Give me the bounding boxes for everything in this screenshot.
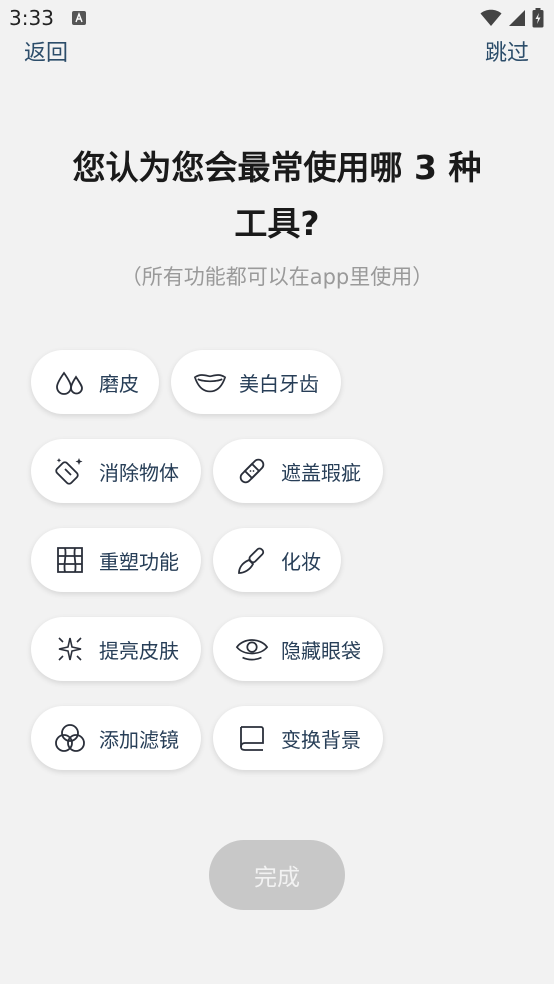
tool-chip-makeup[interactable]: 化妆: [213, 528, 341, 592]
skip-button[interactable]: 跳过: [485, 38, 529, 70]
eye-icon: [235, 632, 269, 666]
chip-row: 提亮皮肤 隐藏眼袋: [31, 617, 531, 681]
background-icon: [235, 721, 269, 755]
drops-icon: [53, 365, 87, 399]
chip-row: 重塑功能 化妆: [31, 528, 531, 592]
tool-chip-brighten-skin[interactable]: 提亮皮肤: [31, 617, 201, 681]
tool-chip-label: 隐藏眼袋: [281, 638, 361, 663]
done-button[interactable]: 完成: [209, 840, 345, 910]
tool-chip-label: 变换背景: [281, 727, 361, 752]
tool-chip-change-background[interactable]: 变换背景: [213, 706, 383, 770]
page-subtitle: （所有功能都可以在app里使用）: [120, 265, 434, 289]
sparkle-icon: [53, 632, 87, 666]
filter-circles-icon: [53, 721, 87, 755]
wifi-icon: [480, 9, 502, 26]
tool-chip-label: 磨皮: [99, 371, 139, 396]
page-title-line1: 您认为您会最常使用哪 3 种: [72, 148, 482, 187]
status-bar: 3:33: [0, 0, 554, 36]
reshape-grid-icon: [53, 543, 87, 577]
status-right: [480, 8, 544, 28]
battery-icon: [532, 8, 544, 28]
keyboard-a-icon: [72, 11, 86, 25]
tool-chip-reshape[interactable]: 重塑功能: [31, 528, 201, 592]
status-time: 3:33: [9, 6, 54, 30]
tool-chip-label: 美白牙齿: [239, 371, 319, 396]
page-title-line2: 工具?: [234, 204, 320, 243]
back-button[interactable]: 返回: [24, 38, 68, 70]
tool-chip-teeth-whitening[interactable]: 美白牙齿: [171, 350, 341, 414]
signal-icon: [509, 10, 525, 26]
tool-chip-label: 消除物体: [99, 460, 179, 485]
tool-chip-hide-eyebags[interactable]: 隐藏眼袋: [213, 617, 383, 681]
bandage-icon: [235, 454, 269, 488]
eraser-icon: [53, 454, 87, 488]
chip-row: 消除物体 遮盖瑕疵: [31, 439, 531, 503]
tool-chip-add-filter[interactable]: 添加滤镜: [31, 706, 201, 770]
tool-chip-label: 化妆: [281, 549, 321, 574]
tool-chip-smooth-skin[interactable]: 磨皮: [31, 350, 159, 414]
chip-row: 添加滤镜 变换背景: [31, 706, 531, 770]
tool-chip-label: 遮盖瑕疵: [281, 460, 361, 485]
tool-chip-conceal-blemish[interactable]: 遮盖瑕疵: [213, 439, 383, 503]
makeup-brush-icon: [235, 543, 269, 577]
lips-icon: [193, 365, 227, 399]
tool-chip-label: 重塑功能: [99, 549, 179, 574]
tool-chip-remove-object[interactable]: 消除物体: [31, 439, 201, 503]
chip-row: 磨皮 美白牙齿: [31, 350, 531, 414]
tool-chip-label: 添加滤镜: [99, 727, 179, 752]
page-title: 您认为您会最常使用哪 3 种 工具?: [40, 140, 514, 252]
tool-chip-list: 磨皮 美白牙齿 消除物体 遮盖瑕疵 重塑功能 化妆 提亮皮肤 隐藏眼袋 添加滤镜…: [31, 350, 531, 795]
tool-chip-label: 提亮皮肤: [99, 638, 179, 663]
